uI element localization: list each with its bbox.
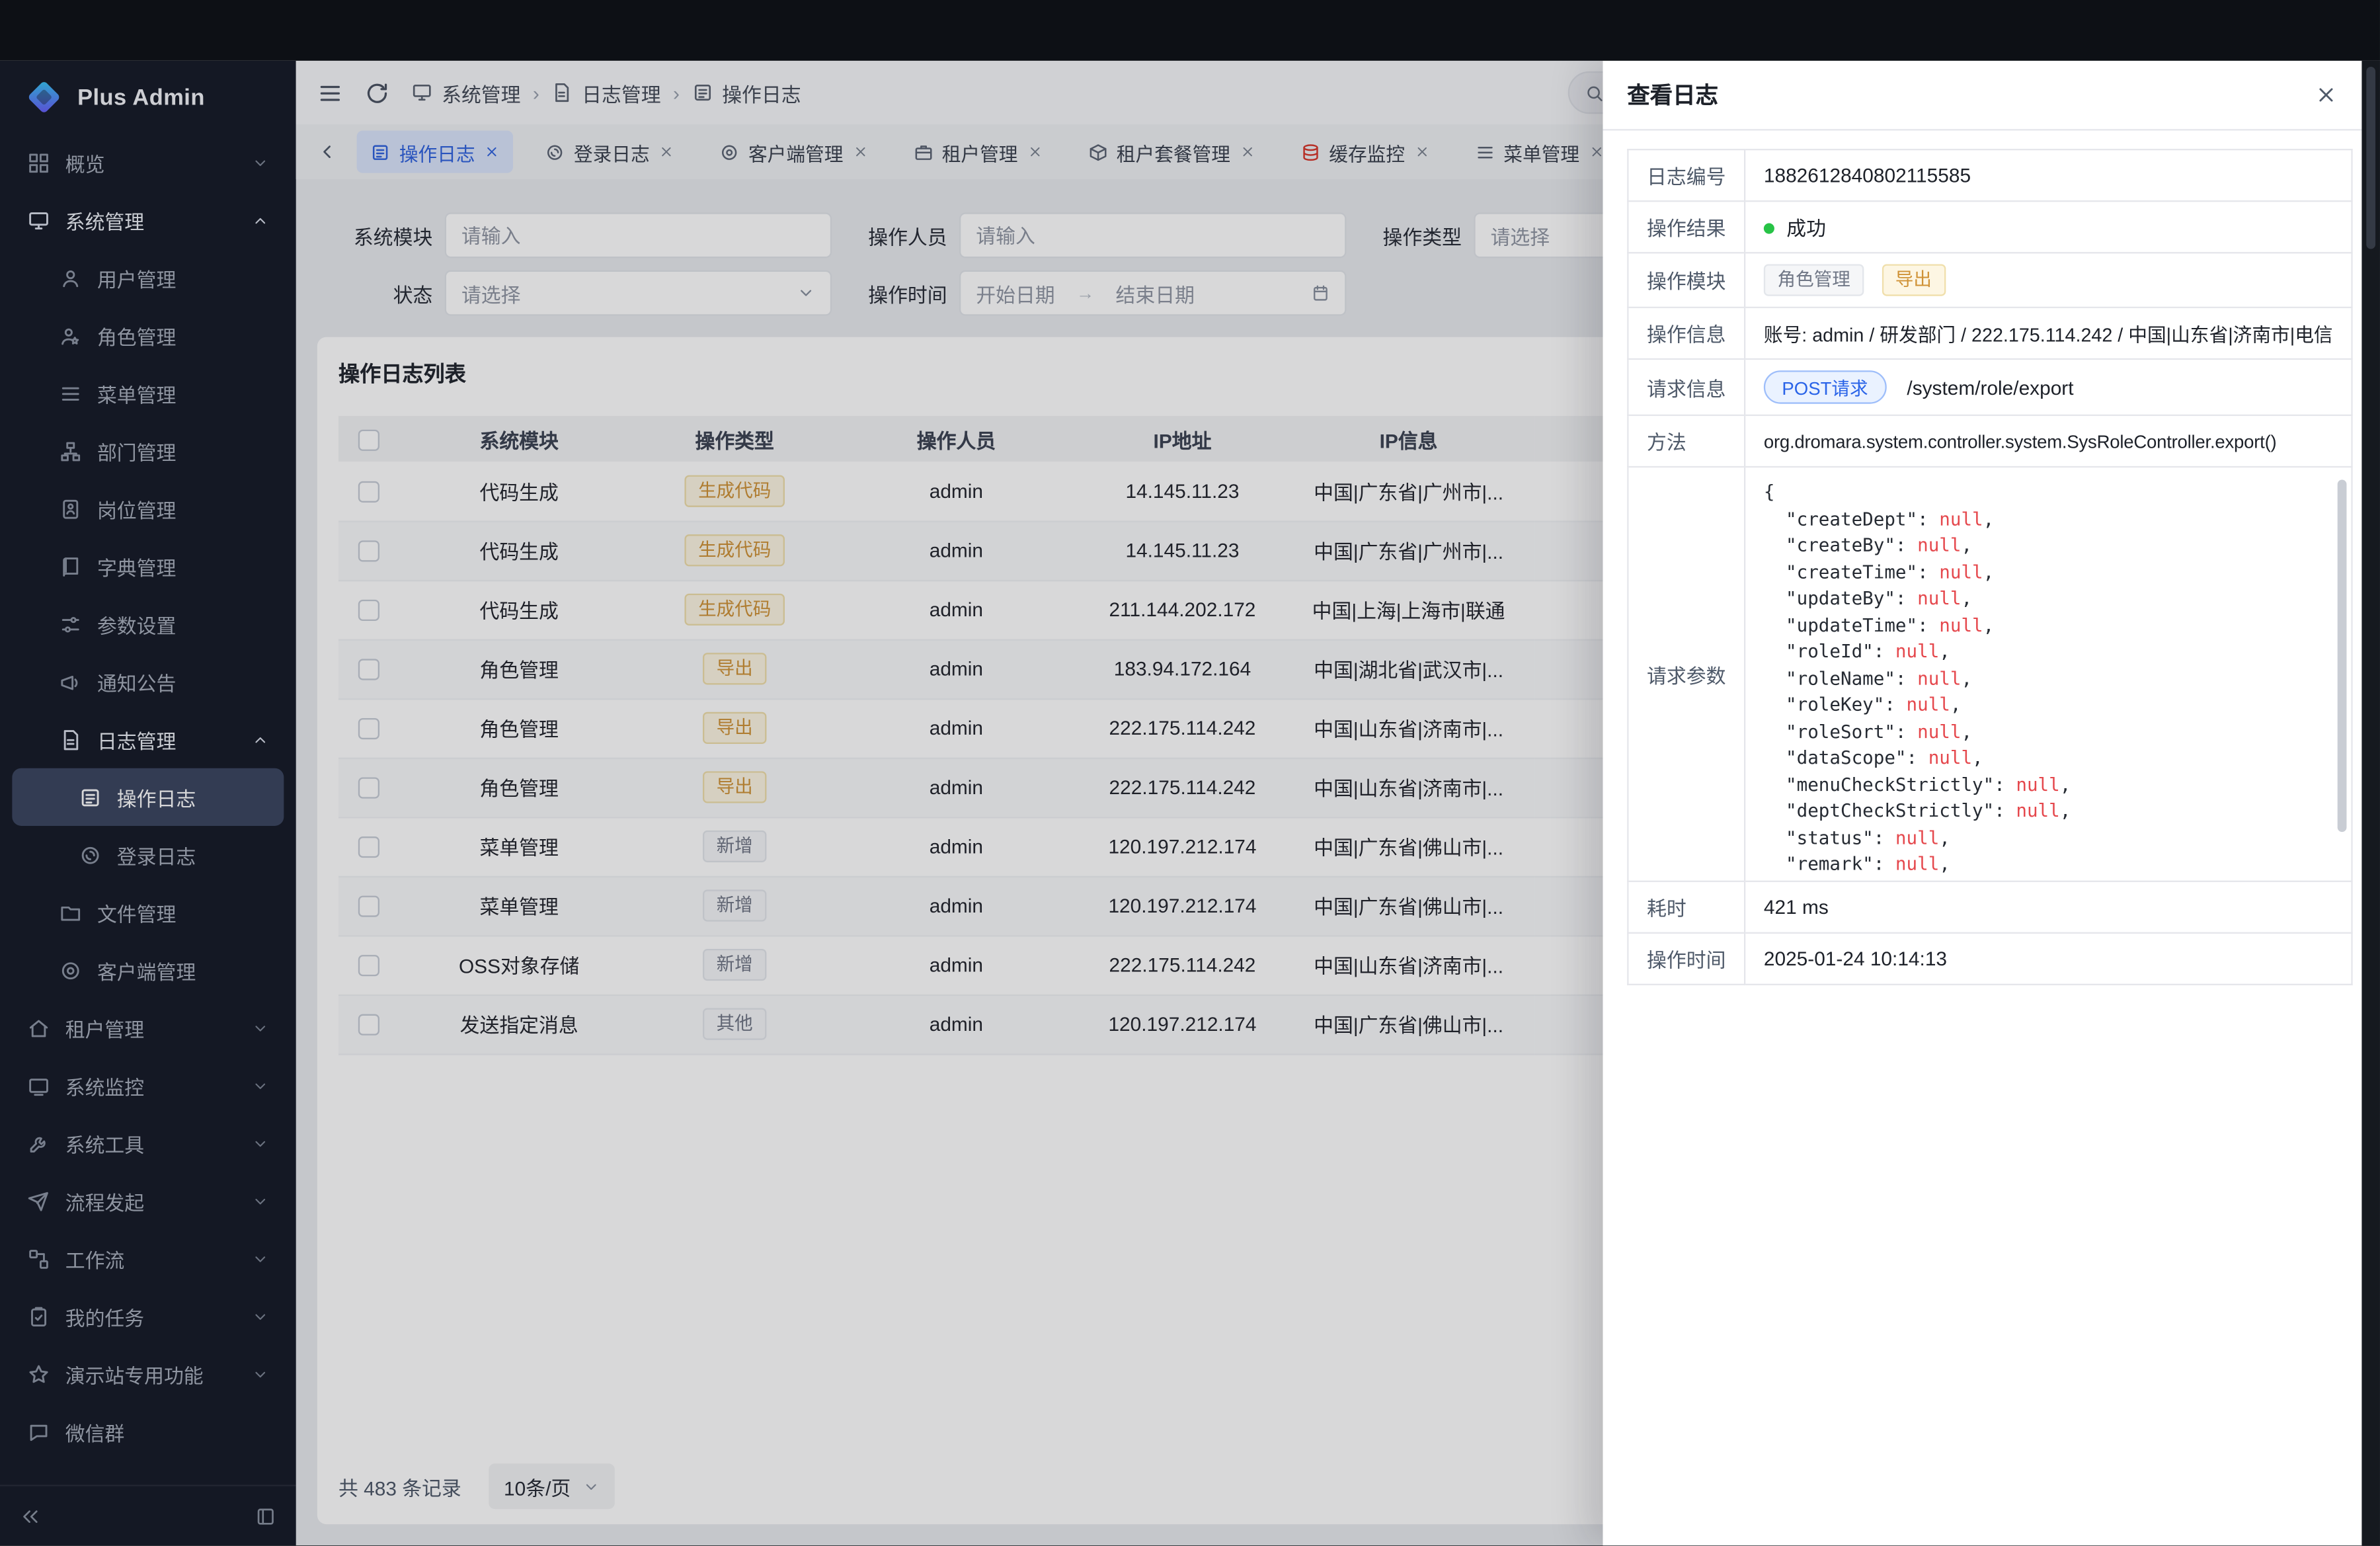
code-line: "status": null, [1764, 825, 2330, 852]
code-line: "menuCheckStrictly": null, [1764, 772, 2330, 798]
detail-row-result: 操作结果 成功 [1628, 201, 2352, 253]
operation-info-value: 账号: admin / 研发部门 / 222.175.114.242 / 中国|… [1745, 307, 2352, 359]
code-line: "updateBy": null, [1764, 586, 2330, 612]
request-url: /system/role/export [1907, 376, 2073, 398]
field-label: 请求参数 [1628, 467, 1745, 881]
detail-row-duration: 耗时 421 ms [1628, 881, 2352, 933]
detail-row-time: 操作时间 2025-01-24 10:14:13 [1628, 933, 2352, 985]
drawer-close-icon[interactable] [2315, 83, 2337, 106]
page-scrollbar-thumb[interactable] [2366, 67, 2375, 249]
detail-row-method: 方法 org.dromara.system.controller.system.… [1628, 415, 2352, 467]
screen: Plus Admin 概览系统管理用户管理角色管理菜单管理部门管理岗位管理字典管… [0, 0, 2380, 1546]
code-line: "updateTime": null, [1764, 612, 2330, 639]
code-line: "createDept": null, [1764, 507, 2330, 533]
code-scrollbar-thumb[interactable] [2338, 480, 2347, 833]
code-line: "createTime": null, [1764, 559, 2330, 586]
code-line: "deptCheckStrictly": null, [1764, 799, 2330, 825]
field-label: 请求信息 [1628, 359, 1745, 415]
code-line: "remark": null, [1764, 852, 2330, 878]
drawer-body: 日志编号 1882612840802115585 操作结果 成功 操作模块 角色… [1603, 130, 2361, 1003]
detail-row-log-id: 日志编号 1882612840802115585 [1628, 149, 2352, 201]
result-value: 成功 [1786, 217, 1826, 239]
window-chrome [0, 0, 2380, 61]
success-dot-icon [1764, 223, 1774, 233]
code-line: "roleKey": null, [1764, 692, 2330, 719]
field-label: 日志编号 [1628, 149, 1745, 201]
duration-value: 421 ms [1745, 881, 2352, 933]
field-label: 耗时 [1628, 881, 1745, 933]
field-label: 操作时间 [1628, 933, 1745, 985]
detail-row-request: 请求信息 POST请求 /system/role/export [1628, 359, 2352, 415]
drawer-title: 查看日志 [1627, 79, 1718, 110]
request-params-code: { "createDept": null, "createBy": null, … [1745, 468, 2351, 880]
code-line: "roleName": null, [1764, 666, 2330, 692]
log-id-value: 1882612840802115585 [1745, 149, 2352, 201]
code-line: "dataScope": null, [1764, 745, 2330, 772]
view-log-drawer: 查看日志 日志编号 1882612840802115585 操作结果 成功 操作… [1603, 61, 2361, 1545]
page-scrollbar[interactable] [2361, 61, 2380, 1545]
field-label: 方法 [1628, 415, 1745, 467]
method-value: org.dromara.system.controller.system.Sys… [1745, 415, 2352, 467]
detail-row-params: 请求参数 { "createDept": null, "createBy": n… [1628, 467, 2352, 881]
log-detail-table: 日志编号 1882612840802115585 操作结果 成功 操作模块 角色… [1627, 149, 2352, 985]
code-line: "roleSort": null, [1764, 719, 2330, 745]
code-line: "roleId": null, [1764, 639, 2330, 666]
field-label: 操作信息 [1628, 307, 1745, 359]
field-label: 操作模块 [1628, 253, 1745, 307]
time-value: 2025-01-24 10:14:13 [1745, 933, 2352, 985]
detail-row-info: 操作信息 账号: admin / 研发部门 / 222.175.114.242 … [1628, 307, 2352, 359]
drawer-header: 查看日志 [1603, 61, 2361, 131]
field-label: 操作结果 [1628, 201, 1745, 253]
code-line: { [1764, 480, 2330, 507]
detail-row-module: 操作模块 角色管理 导出 [1628, 253, 2352, 307]
code-line: "createBy": null, [1764, 533, 2330, 559]
action-tag: 导出 [1882, 264, 1945, 296]
module-tag: 角色管理 [1764, 264, 1864, 296]
post-method-tag: POST请求 [1764, 370, 1886, 404]
